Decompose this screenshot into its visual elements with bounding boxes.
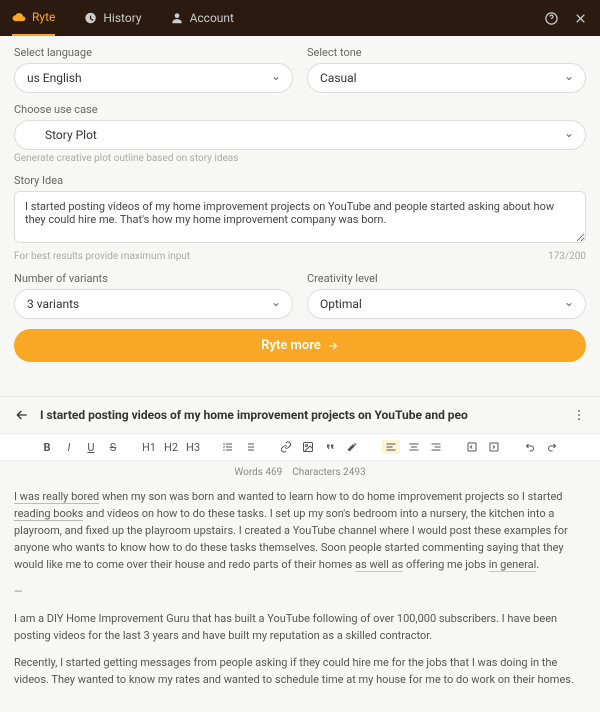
ordered-list-icon[interactable] xyxy=(244,441,258,453)
char-count: Characters 2493 xyxy=(292,467,365,478)
kebab-icon[interactable] xyxy=(572,408,586,422)
account-icon xyxy=(170,11,184,25)
bullet-list-icon[interactable] xyxy=(222,441,236,453)
link-icon[interactable] xyxy=(280,441,294,453)
tab-ryte[interactable]: Ryte xyxy=(12,0,55,36)
paragraph-3: Recently, I started getting messages fro… xyxy=(14,654,586,688)
cloud-icon xyxy=(12,10,26,24)
result-title: I started posting videos of my home impr… xyxy=(40,408,562,422)
strike-button[interactable]: S xyxy=(106,441,120,454)
highlight-icon[interactable] xyxy=(346,441,360,453)
tab-ryte-label: Ryte xyxy=(32,10,55,24)
align-right-icon[interactable] xyxy=(430,441,444,453)
ryte-more-label: Ryte more xyxy=(261,338,321,353)
close-icon[interactable] xyxy=(573,11,588,26)
arrow-right-icon xyxy=(327,340,339,352)
h1-button[interactable]: H1 xyxy=(142,441,156,454)
tab-history-label: History xyxy=(103,11,141,25)
usecase-hint: Generate creative plot outline based on … xyxy=(14,153,586,164)
language-select[interactable]: us English xyxy=(14,63,293,93)
undo-icon[interactable] xyxy=(524,441,538,453)
align-left-icon[interactable] xyxy=(382,440,400,454)
redo-icon[interactable] xyxy=(546,441,560,453)
section-divider: — xyxy=(14,583,586,600)
usecase-label: Choose use case xyxy=(14,103,586,116)
history-icon xyxy=(83,11,97,25)
editor-stats: Words 469 Characters 2493 xyxy=(0,461,600,484)
tab-history[interactable]: History xyxy=(83,0,141,36)
story-idea-hint: For best results provide maximum input xyxy=(14,251,190,262)
underline-button[interactable]: U xyxy=(84,441,98,454)
quote-icon[interactable] xyxy=(324,441,338,453)
word-count: Words 469 xyxy=(234,467,282,478)
paragraph-1: I was really bored when my son was born … xyxy=(14,488,586,573)
tone-select[interactable]: Casual xyxy=(307,63,586,93)
editor-content[interactable]: I was really bored when my son was born … xyxy=(0,484,600,712)
variants-select[interactable]: 3 variants xyxy=(14,289,293,319)
usecase-select[interactable]: Story Plot xyxy=(14,120,586,150)
indent-in-icon[interactable] xyxy=(488,441,502,453)
help-icon[interactable] xyxy=(544,11,559,26)
image-icon[interactable] xyxy=(302,441,316,453)
indent-out-icon[interactable] xyxy=(466,441,480,453)
tab-account-label: Account xyxy=(190,11,234,25)
creativity-label: Creativity level xyxy=(307,272,586,285)
paragraph-2: I am a DIY Home Improvement Guru that ha… xyxy=(14,610,586,644)
app-header: Ryte History Account xyxy=(0,0,600,36)
variants-label: Number of variants xyxy=(14,272,293,285)
language-label: Select language xyxy=(14,46,293,59)
tone-label: Select tone xyxy=(307,46,586,59)
creativity-select[interactable]: Optimal xyxy=(307,289,586,319)
ryte-more-button[interactable]: Ryte more xyxy=(14,329,586,362)
bold-button[interactable]: B xyxy=(40,441,54,454)
italic-button[interactable]: I xyxy=(62,441,76,454)
h2-button[interactable]: H2 xyxy=(164,441,178,454)
story-idea-input[interactable]: I started posting videos of my home impr… xyxy=(14,191,586,243)
tab-account[interactable]: Account xyxy=(170,0,234,36)
editor-toolbar: B I U S H1 H2 H3 xyxy=(0,433,600,461)
back-icon[interactable] xyxy=(14,407,30,423)
result-header: I started posting videos of my home impr… xyxy=(0,397,600,433)
form-panel: Select language us English Select tone C… xyxy=(0,36,600,386)
char-counter: 173/200 xyxy=(548,251,586,262)
story-idea-label: Story Idea xyxy=(14,174,586,187)
h3-button[interactable]: H3 xyxy=(186,441,200,454)
align-center-icon[interactable] xyxy=(408,441,422,453)
